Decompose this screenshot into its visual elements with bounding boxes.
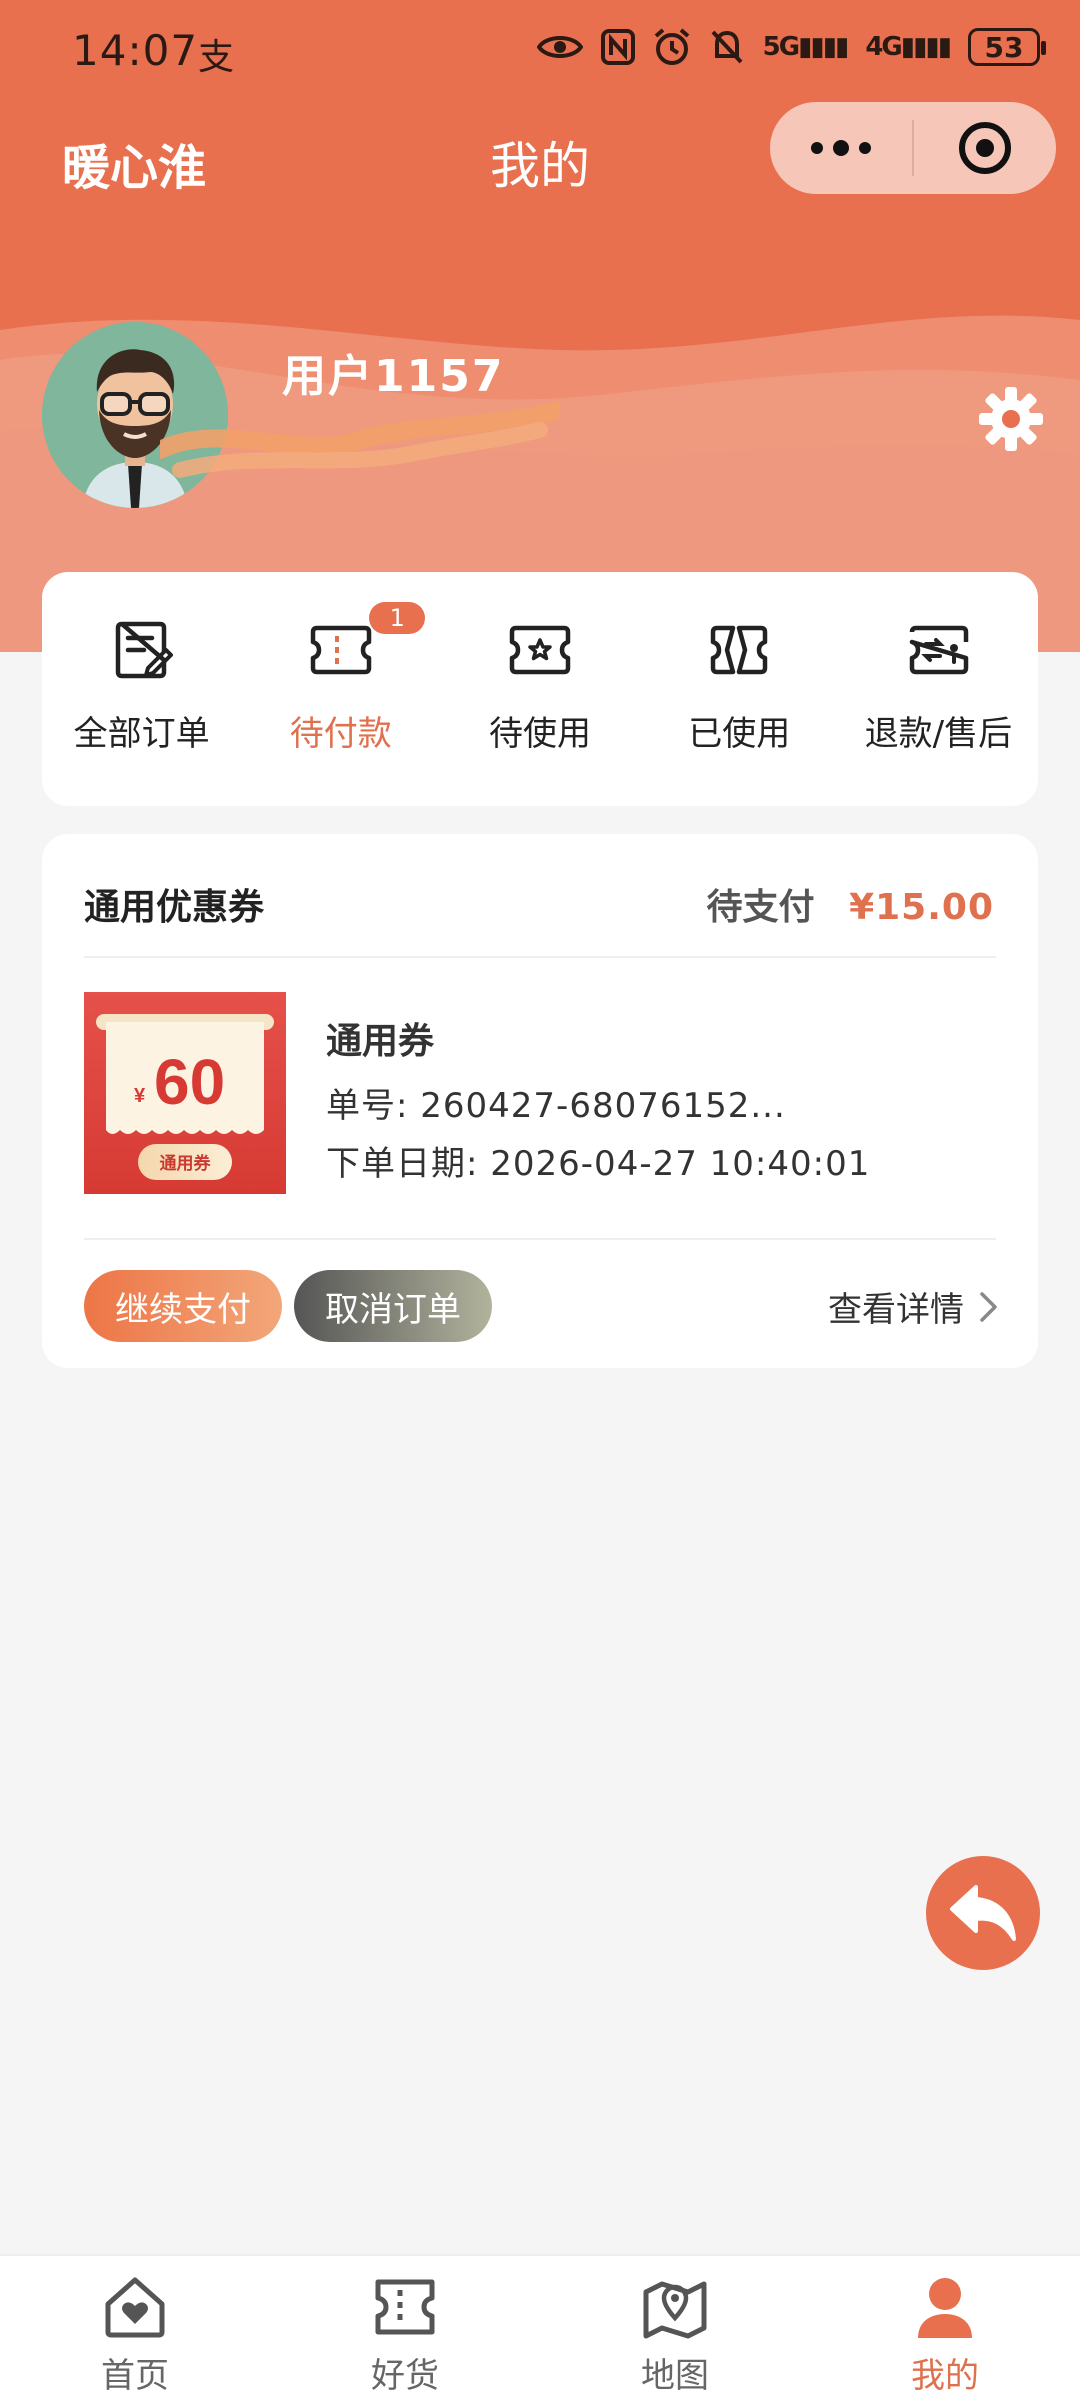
tab-label: 首页: [101, 2356, 169, 2396]
miniprogram-capsule: [770, 102, 1056, 194]
order-tab-label: 待使用: [489, 714, 591, 754]
order-tab-label: 待付款: [289, 714, 392, 754]
order-number: 单号: 260427-68076152...: [326, 1086, 786, 1126]
view-details-link[interactable]: 查看详情: [828, 1282, 1000, 1331]
used-icon: [710, 625, 768, 675]
more-menu-button[interactable]: [770, 102, 912, 194]
order-card-title: 通用优惠券: [84, 887, 265, 928]
divider: [84, 1238, 996, 1240]
order-status: 待支付 ¥15.00: [707, 878, 994, 930]
item-name: 通用券: [326, 1021, 435, 1062]
more-dot-icon: [859, 142, 871, 154]
signal-4g-icon: 4G▮▮▮▮: [865, 32, 952, 62]
mute-bell-icon: [711, 30, 743, 64]
chevron-right-icon: [980, 1291, 997, 1322]
more-dot-icon: [811, 142, 823, 154]
order-tab-to-use[interactable]: 待使用: [440, 572, 639, 806]
redacted-phone-scribble: [160, 401, 560, 478]
order-tab-all[interactable]: 全部订单: [42, 572, 241, 806]
divider: [84, 956, 996, 958]
nfc-icon: [600, 29, 635, 65]
reply-arrow-icon: [950, 1885, 1016, 1941]
username: 用户1157: [282, 351, 505, 402]
back-floating-button[interactable]: [926, 1856, 1040, 1970]
alipay-icon: 支: [198, 37, 235, 78]
more-dot-icon: [833, 140, 849, 156]
coupon-thumbnail-art: ¥ 60 通用券: [84, 992, 286, 1194]
tab-label: 好货: [371, 2356, 439, 2396]
continue-payment-button[interactable]: 继续支付: [84, 1270, 282, 1342]
order-tab-refund[interactable]: 退款/售后: [839, 572, 1038, 806]
signal-5g-label: 5G: [762, 32, 800, 62]
home-heart-icon: [105, 2277, 165, 2338]
cancel-order-button[interactable]: 取消订单: [294, 1270, 492, 1342]
order-tab-pending-payment[interactable]: 1 待付款: [241, 572, 440, 806]
status-icons: 5G▮▮▮▮ 4G▮▮▮▮ 53: [536, 28, 1046, 66]
order-tab-label: 已使用: [688, 714, 791, 754]
alarm-icon: [654, 28, 689, 65]
coupon-tag: 通用券: [160, 1153, 212, 1174]
close-miniprogram-button[interactable]: [914, 102, 1056, 194]
pending-payment-icon: [310, 625, 372, 675]
count-badge: 1: [369, 602, 426, 634]
map-pin-icon: [643, 2281, 707, 2339]
status-bar: 14:07 支 5G▮▮▮▮ 4G▮▮▮▮ 53: [0, 0, 1080, 100]
tab-home[interactable]: 首页: [0, 2256, 270, 2400]
coupon-ticket-icon: [375, 2279, 435, 2335]
to-use-icon: [509, 625, 571, 675]
target-icon: [959, 122, 1011, 174]
settings-gear-icon[interactable]: [978, 386, 1044, 452]
coupon-value: 60: [154, 1046, 225, 1118]
bottom-tab-bar: 首页 好货 地图 我的: [0, 2254, 1080, 2400]
tab-map[interactable]: 地图: [540, 2256, 810, 2400]
order-tab-label: 全部订单: [73, 714, 210, 754]
order-tab-label: 退款/售后: [864, 714, 1013, 754]
tab-mine[interactable]: 我的: [810, 2256, 1080, 2400]
order-card[interactable]: 通用优惠券 待支付 ¥15.00 ¥ 60 通用券 通用券 单号: 260427…: [42, 834, 1038, 1368]
profile-header: 14:07 支 5G▮▮▮▮ 4G▮▮▮▮ 53 暖心淮 我的 用户1157: [0, 0, 1080, 652]
eye-icon: [536, 36, 583, 58]
battery-indicator: 53: [968, 28, 1046, 66]
user-icon: [918, 2278, 972, 2338]
signal-4g-label: 4G: [865, 32, 902, 62]
order-tab-used[interactable]: 已使用: [640, 572, 839, 806]
tab-label: 我的: [911, 2356, 979, 2396]
coupon-currency: ¥: [134, 1085, 146, 1107]
order-status-label: 待支付: [706, 887, 815, 928]
coupon-thumbnail[interactable]: ¥ 60 通用券: [84, 992, 286, 1194]
all-orders-icon: [115, 621, 173, 679]
tab-goods[interactable]: 好货: [270, 2256, 540, 2400]
order-date: 下单日期: 2026-04-27 10:40:01: [326, 1144, 871, 1184]
refund-icon: [910, 625, 969, 675]
signal-5g-icon: 5G▮▮▮▮: [762, 32, 850, 62]
order-status-card: 全部订单 1 待付款 待使用 已使用 退款/售后: [42, 572, 1038, 806]
status-time: 14:07: [72, 26, 199, 75]
view-details-label: 查看详情: [828, 1290, 964, 1330]
order-amount: ¥15.00: [849, 887, 994, 928]
tab-label: 地图: [641, 2356, 709, 2396]
